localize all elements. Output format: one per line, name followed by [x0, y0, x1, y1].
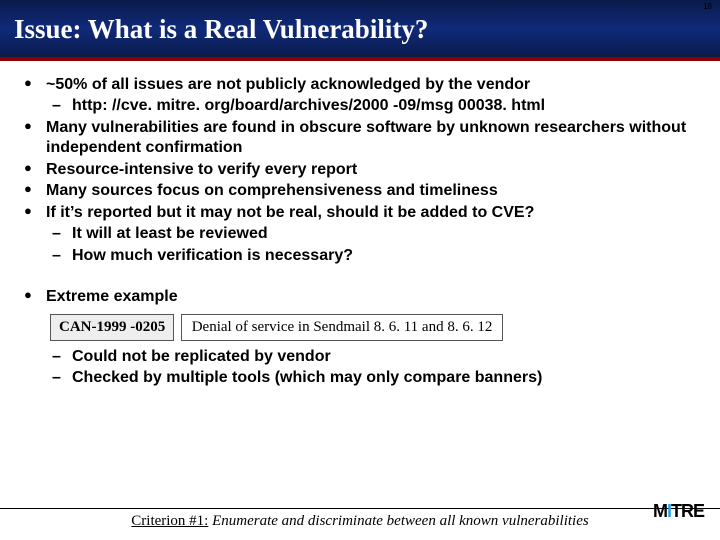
sub-bullet-item: Checked by multiple tools (which may onl…: [52, 368, 700, 388]
footer: Criterion #1: Enumerate and discriminate…: [0, 508, 720, 530]
mitre-logo: MITRE: [653, 501, 704, 522]
sub-bullet-item: How much verification is necessary?: [52, 246, 700, 266]
can-id-cell: CAN-1999 -0205: [50, 314, 174, 341]
slide-body: ~50% of all issues are not publicly ackn…: [0, 61, 720, 389]
page-number: 18: [703, 2, 712, 11]
logo-letter: M: [653, 501, 667, 521]
bullet-item: Extreme example: [24, 287, 700, 307]
bullet-item: ~50% of all issues are not publicly ackn…: [24, 75, 700, 95]
sub-bullet-item: It will at least be reviewed: [52, 224, 700, 244]
logo-letters: TRE: [671, 501, 704, 521]
example-row: CAN-1999 -0205 Denial of service in Send…: [50, 314, 700, 341]
bullet-item: Many vulnerabilities are found in obscur…: [24, 118, 700, 159]
bullet-item: Many sources focus on comprehensiveness …: [24, 181, 700, 201]
bullet-item: If it’s reported but it may not be real,…: [24, 203, 700, 223]
sub-bullet-item: Could not be replicated by vendor: [52, 347, 700, 367]
can-desc-cell: Denial of service in Sendmail 8. 6. 11 a…: [181, 314, 504, 341]
slide-title: Issue: What is a Real Vulnerability?: [0, 0, 720, 61]
bullet-item: Resource-intensive to verify every repor…: [24, 160, 700, 180]
criterion-text: Criterion #1: Enumerate and discriminate…: [0, 513, 720, 530]
sub-bullet-item: http: //cve. mitre. org/board/archives/2…: [52, 96, 700, 116]
criterion-label: Criterion #1:: [131, 513, 208, 529]
slide: 18 Issue: What is a Real Vulnerability? …: [0, 0, 720, 540]
criterion-body: Enumerate and discriminate between all k…: [208, 513, 588, 529]
